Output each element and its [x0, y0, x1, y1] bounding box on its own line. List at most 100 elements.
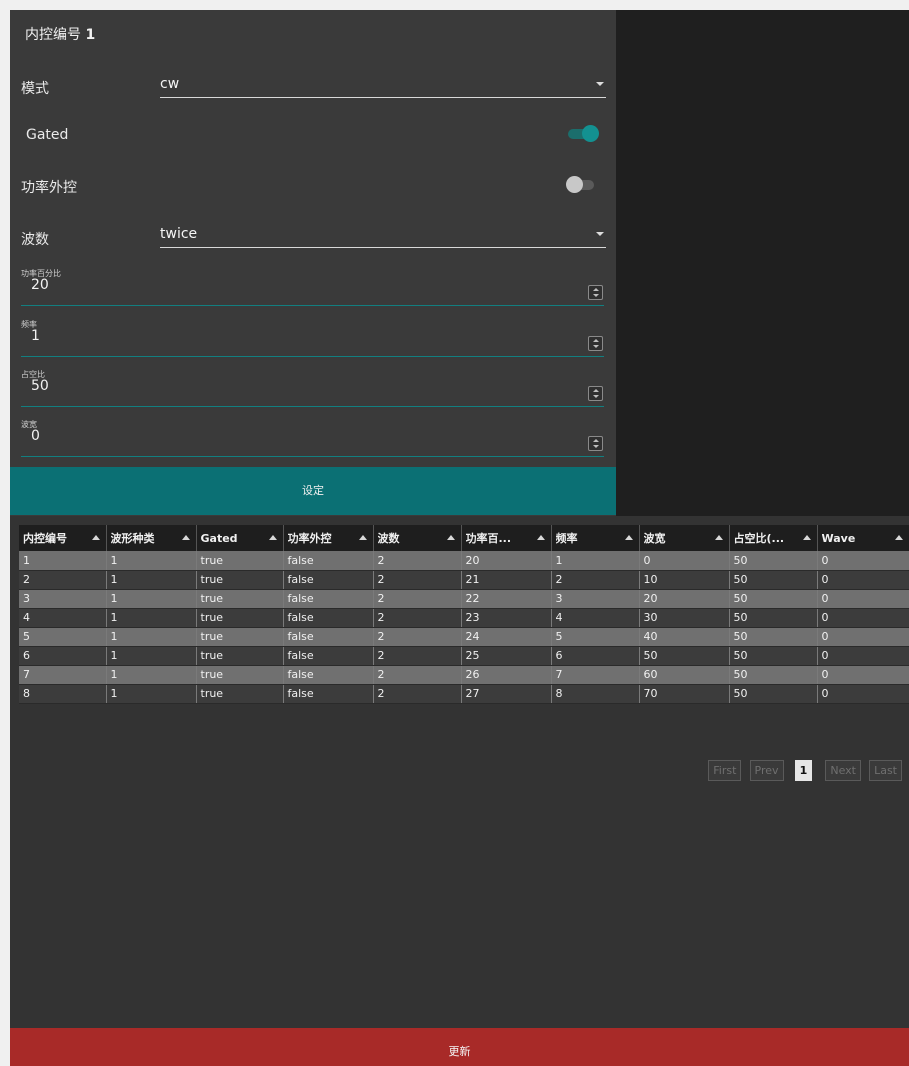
- spinner-icon[interactable]: [588, 336, 603, 351]
- column-header[interactable]: 功率外控: [283, 525, 374, 551]
- table-cell: 6: [551, 646, 640, 666]
- table-cell: 24: [461, 627, 552, 647]
- title-value: 1: [85, 27, 96, 43]
- table-cell: 5: [19, 627, 107, 647]
- table-row[interactable]: 4 1 true false 2 23 4 30 50 0: [19, 608, 909, 628]
- wave-width-value: 0: [31, 428, 40, 444]
- table-row[interactable]: 6 1 true false 2 25 6 50 50 0: [19, 646, 909, 666]
- gated-toggle[interactable]: [566, 124, 600, 144]
- table-cell: 50: [729, 608, 818, 628]
- table-cell: 0: [817, 589, 909, 609]
- table-cell: 1: [106, 646, 197, 666]
- table-cell: false: [283, 665, 374, 685]
- table-cell: 2: [373, 627, 462, 647]
- table-cell: true: [196, 646, 284, 666]
- table-cell: 50: [729, 551, 818, 571]
- last-page-button[interactable]: Last: [869, 760, 902, 781]
- table-cell: 50: [729, 665, 818, 685]
- table-cell: 0: [817, 646, 909, 666]
- prev-page-button[interactable]: Prev: [749, 760, 784, 781]
- wave-count-value: twice: [160, 226, 198, 242]
- current-page-button[interactable]: 1: [794, 760, 813, 781]
- table-cell: 26: [461, 665, 552, 685]
- table-cell: 70: [639, 684, 730, 704]
- sort-asc-icon: [536, 535, 545, 540]
- sort-asc-icon: [181, 535, 190, 540]
- column-header-label: 内控编号: [23, 532, 67, 545]
- power-ext-toggle[interactable]: [566, 175, 600, 195]
- table-cell: 1: [106, 627, 197, 647]
- data-grid: 内控编号 波形种类 Gated 功率外控 波数 功率百... 频率 波宽 占空比…: [19, 525, 909, 704]
- table-cell: 2: [373, 665, 462, 685]
- column-header[interactable]: Gated: [196, 525, 284, 551]
- table-cell: 2: [373, 570, 462, 590]
- table-cell: 8: [551, 684, 640, 704]
- spinner-icon[interactable]: [588, 436, 603, 451]
- table-cell: true: [196, 627, 284, 647]
- table-cell: 22: [461, 589, 552, 609]
- update-button[interactable]: 更新: [10, 1028, 909, 1066]
- spinner-icon[interactable]: [588, 386, 603, 401]
- table-row[interactable]: 7 1 true false 2 26 7 60 50 0: [19, 665, 909, 685]
- mode-select[interactable]: cw: [160, 72, 606, 98]
- gated-label: Gated: [26, 127, 69, 143]
- table-cell: 0: [817, 608, 909, 628]
- column-header[interactable]: Wave: [817, 525, 909, 551]
- sort-asc-icon: [624, 535, 633, 540]
- table-cell: 1: [106, 665, 197, 685]
- table-cell: false: [283, 551, 374, 571]
- spinner-icon[interactable]: [588, 285, 603, 300]
- table-row[interactable]: 3 1 true false 2 22 3 20 50 0: [19, 589, 909, 609]
- sort-asc-icon: [268, 535, 277, 540]
- table-cell: 2: [373, 646, 462, 666]
- column-header-label: 波形种类: [110, 532, 155, 545]
- table-cell: 50: [729, 627, 818, 647]
- wave-width-field[interactable]: 波宽 0: [21, 419, 604, 457]
- app-window: 内控编号 1 模式 cw Gated 功率外控 波数 twice 功率百分比 2…: [10, 10, 909, 1066]
- table-row[interactable]: 1 1 true false 2 20 1 0 50 0: [19, 551, 909, 571]
- table-cell: 3: [19, 589, 107, 609]
- title-prefix: 内控编号: [25, 27, 81, 43]
- power-pct-field[interactable]: 功率百分比 20: [21, 268, 604, 306]
- next-page-button[interactable]: Next: [825, 760, 861, 781]
- column-header[interactable]: 波宽: [639, 525, 730, 551]
- dropdown-arrow-icon: [596, 232, 604, 236]
- table-row[interactable]: 2 1 true false 2 21 2 10 50 0: [19, 570, 909, 590]
- sort-asc-icon: [894, 535, 903, 540]
- column-header[interactable]: 占空比(...: [729, 525, 818, 551]
- mode-label: 模式: [21, 81, 49, 97]
- power-pct-value: 20: [31, 277, 49, 293]
- column-header-label: 占空比(...: [733, 532, 785, 545]
- table-cell: 6: [19, 646, 107, 666]
- table-cell: 2: [551, 570, 640, 590]
- table-row[interactable]: 8 1 true false 2 27 8 70 50 0: [19, 684, 909, 704]
- table-cell: 21: [461, 570, 552, 590]
- toggle-knob: [566, 176, 583, 193]
- table-cell: false: [283, 570, 374, 590]
- column-header[interactable]: 波形种类: [106, 525, 197, 551]
- table-cell: false: [283, 646, 374, 666]
- frequency-field[interactable]: 频率 1: [21, 319, 604, 357]
- table-cell: 0: [817, 627, 909, 647]
- wave-count-select[interactable]: twice: [160, 222, 606, 248]
- column-header-label: Gated: [200, 531, 238, 545]
- table-cell: 60: [639, 665, 730, 685]
- table-cell: 1: [106, 684, 197, 704]
- column-header[interactable]: 频率: [551, 525, 640, 551]
- duty-value: 50: [31, 378, 49, 394]
- table-cell: 50: [729, 684, 818, 704]
- column-header-label: 功率百...: [465, 532, 512, 545]
- form-title: 内控编号 1: [25, 24, 95, 44]
- column-header[interactable]: 内控编号: [19, 525, 107, 551]
- set-button[interactable]: 设定: [10, 467, 616, 515]
- table-row[interactable]: 5 1 true false 2 24 5 40 50 0: [19, 627, 909, 647]
- column-header[interactable]: 波数: [373, 525, 462, 551]
- table-cell: 30: [639, 608, 730, 628]
- first-page-button[interactable]: First: [708, 760, 742, 781]
- table-cell: 5: [551, 627, 640, 647]
- column-header-label: 波数: [377, 532, 400, 545]
- column-header-label: 频率: [555, 532, 578, 545]
- duty-field[interactable]: 占空比 50: [21, 369, 604, 407]
- column-header[interactable]: 功率百...: [461, 525, 552, 551]
- table-cell: true: [196, 570, 284, 590]
